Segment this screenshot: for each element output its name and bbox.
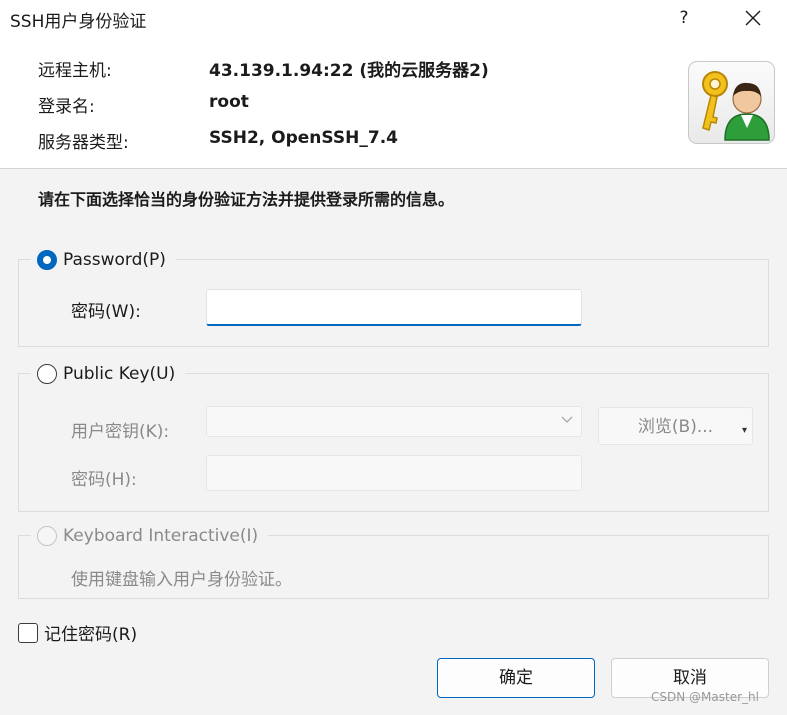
keyboard-interactive-radio[interactable]: Keyboard Interactive(I) bbox=[31, 523, 269, 549]
host-label: 远程主机: bbox=[38, 61, 112, 81]
remember-password-checkbox[interactable]: 记住密码(R) bbox=[18, 620, 137, 645]
user-key-select[interactable] bbox=[206, 406, 582, 437]
close-button[interactable] bbox=[730, 2, 776, 34]
login-value: root bbox=[209, 92, 249, 112]
watermark: CSDN @Master_hl bbox=[651, 690, 759, 704]
user-key-label: 用户密钥(K): bbox=[71, 422, 170, 442]
server-type-value: SSH2, OpenSSH_7.4 bbox=[209, 128, 398, 148]
public-key-group: Public Key(U) 用户密钥(K): 浏览(B)... ▾ 密码(H): bbox=[18, 361, 769, 512]
radio-unselected-icon[interactable] bbox=[37, 364, 57, 384]
password-field-label: 密码(W): bbox=[71, 302, 141, 322]
public-key-radio[interactable]: Public Key(U) bbox=[31, 361, 186, 387]
connection-info-panel: 远程主机: 43.139.1.94:22 (我的云服务器2) 登录名: root… bbox=[0, 36, 787, 169]
instruction-text: 请在下面选择恰当的身份验证方法并提供登录所需的信息。 bbox=[38, 190, 455, 209]
remember-password-label: 记住密码(R) bbox=[44, 625, 138, 645]
browse-button-label: 浏览(B)... bbox=[637, 417, 714, 437]
radio-disabled-icon[interactable] bbox=[37, 526, 57, 546]
title-bar: SSH用户身份验证 ? bbox=[0, 0, 787, 36]
public-key-radio-label: Public Key(U) bbox=[63, 364, 176, 384]
keyboard-interactive-label: Keyboard Interactive(I) bbox=[63, 526, 259, 546]
login-label: 登录名: bbox=[38, 97, 95, 117]
radio-selected-icon[interactable] bbox=[37, 250, 57, 270]
host-value: 43.139.1.94:22 (我的云服务器2) bbox=[209, 61, 489, 81]
browse-button[interactable]: 浏览(B)... ▾ bbox=[598, 407, 753, 445]
password-group: Password(P) 密码(W): bbox=[18, 247, 769, 347]
password-input[interactable] bbox=[206, 289, 582, 326]
key-user-icon bbox=[688, 61, 775, 144]
close-icon bbox=[745, 10, 761, 26]
keyboard-interactive-group: Keyboard Interactive(I) 使用键盘输入用户身份验证。 bbox=[18, 523, 769, 599]
password-radio-label: Password(P) bbox=[63, 250, 166, 270]
passphrase-input[interactable] bbox=[206, 455, 582, 491]
window-title: SSH用户身份验证 bbox=[10, 12, 147, 32]
keyboard-interactive-description: 使用键盘输入用户身份验证。 bbox=[71, 570, 292, 590]
server-type-label: 服务器类型: bbox=[38, 133, 129, 153]
chevron-down-icon bbox=[561, 416, 573, 423]
help-button[interactable]: ? bbox=[664, 2, 704, 34]
password-radio[interactable]: Password(P) bbox=[31, 247, 176, 273]
checkbox-icon[interactable] bbox=[18, 622, 38, 643]
passphrase-label: 密码(H): bbox=[71, 470, 137, 490]
dropdown-indicator-icon: ▾ bbox=[741, 425, 747, 436]
ok-button[interactable]: 确定 bbox=[437, 658, 595, 698]
